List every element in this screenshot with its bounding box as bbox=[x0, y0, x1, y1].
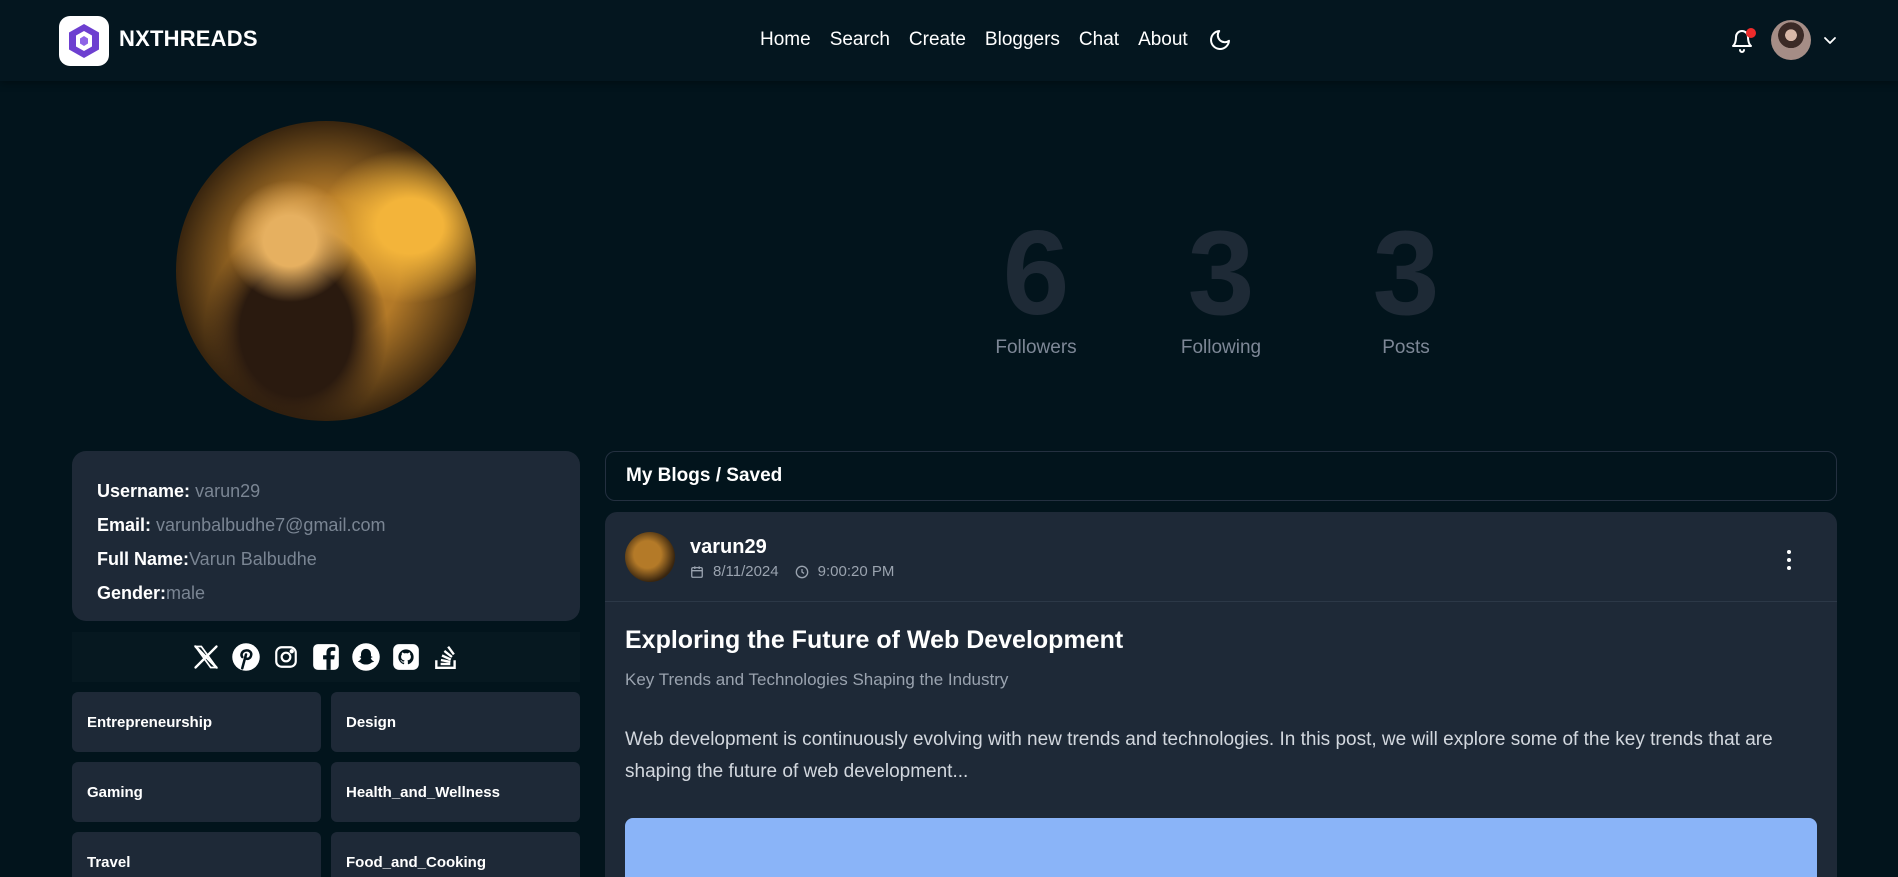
posts-count: 3 bbox=[1372, 206, 1440, 340]
post-excerpt: Web development is continuously evolving… bbox=[625, 729, 1773, 782]
nav-home[interactable]: Home bbox=[760, 29, 811, 51]
github-icon[interactable] bbox=[390, 641, 422, 673]
post-author-avatar[interactable] bbox=[625, 532, 675, 582]
stat-following[interactable]: 3 Following bbox=[1156, 213, 1286, 359]
chevron-down-icon[interactable] bbox=[1822, 32, 1838, 48]
clock-icon bbox=[795, 565, 808, 578]
category-food-and-cooking[interactable]: Food_and_Cooking bbox=[331, 832, 580, 877]
post-time: 9:00:20 PM bbox=[817, 563, 895, 580]
email-row: Email: varunbalbudhe7@gmail.com bbox=[97, 515, 555, 536]
email-key: Email: bbox=[97, 515, 152, 535]
social-links bbox=[72, 632, 580, 682]
post-meta: 8/11/2024 9:00:20 PM bbox=[690, 563, 894, 580]
nav-about[interactable]: About bbox=[1138, 29, 1188, 51]
category-health-and-wellness[interactable]: Health_and_Wellness bbox=[331, 762, 580, 822]
user-avatar[interactable] bbox=[1771, 20, 1811, 60]
category-travel[interactable]: Travel bbox=[72, 832, 321, 877]
fullname-row: Full Name:Varun Balbudhe bbox=[97, 549, 555, 570]
followers-label: Followers bbox=[995, 337, 1077, 358]
stackoverflow-icon[interactable] bbox=[430, 641, 462, 673]
post-subtitle: Key Trends and Technologies Shaping the … bbox=[625, 670, 1009, 689]
post-author-name[interactable]: varun29 bbox=[690, 536, 767, 559]
followers-count: 6 bbox=[1002, 206, 1070, 340]
pinterest-icon[interactable] bbox=[230, 641, 262, 673]
profile-info-card: Username: varun29 Email: varunbalbudhe7@… bbox=[72, 451, 580, 621]
tabs-label[interactable]: My Blogs / Saved bbox=[626, 465, 782, 487]
calendar-icon bbox=[691, 565, 703, 578]
stat-posts[interactable]: 3 Posts bbox=[1341, 213, 1471, 359]
fullname-value: Varun Balbudhe bbox=[189, 549, 317, 569]
main-nav: Home Search Create Bloggers Chat About bbox=[760, 28, 1232, 52]
instagram-icon[interactable] bbox=[270, 641, 302, 673]
nav-create[interactable]: Create bbox=[909, 29, 966, 51]
username-value: varun29 bbox=[195, 481, 261, 501]
fullname-key: Full Name: bbox=[97, 549, 190, 569]
nav-chat[interactable]: Chat bbox=[1079, 29, 1119, 51]
category-entrepreneurship[interactable]: Entrepreneurship bbox=[72, 692, 321, 752]
nxthreads-logo-icon[interactable] bbox=[59, 16, 109, 66]
following-count: 3 bbox=[1187, 206, 1255, 340]
email-value: varunbalbudhe7@gmail.com bbox=[156, 515, 386, 535]
category-gaming[interactable]: Gaming bbox=[72, 762, 321, 822]
following-label: Following bbox=[1180, 337, 1262, 358]
notification-badge bbox=[1746, 28, 1756, 38]
more-options-icon[interactable] bbox=[1785, 548, 1793, 572]
category-design[interactable]: Design bbox=[331, 692, 580, 752]
post-divider bbox=[605, 601, 1837, 602]
moon-icon[interactable] bbox=[1208, 28, 1232, 52]
navbar: NXTHREADS Home Search Create Bloggers Ch… bbox=[0, 0, 1898, 81]
post-date: 8/11/2024 bbox=[713, 563, 779, 580]
post-cover-image[interactable] bbox=[625, 818, 1817, 877]
username-key: Username: bbox=[97, 481, 191, 501]
nav-search[interactable]: Search bbox=[830, 29, 890, 51]
post-title[interactable]: Exploring the Future of Web Development bbox=[625, 626, 1123, 655]
posts-label: Posts bbox=[1382, 337, 1430, 358]
blogs-saved-tabs[interactable]: My Blogs / Saved bbox=[605, 451, 1837, 501]
username-row: Username: varun29 bbox=[97, 481, 555, 502]
brand-name[interactable]: NXTHREADS bbox=[119, 26, 258, 52]
gender-key: Gender: bbox=[97, 583, 167, 603]
stat-followers[interactable]: 6 Followers bbox=[971, 213, 1101, 359]
profile-photo bbox=[176, 121, 476, 421]
blog-post-card[interactable]: varun29 8/11/2024 9:00:20 PM Exploring t… bbox=[605, 512, 1837, 877]
facebook-icon[interactable] bbox=[310, 641, 342, 673]
snapchat-icon[interactable] bbox=[350, 641, 382, 673]
gender-row: Gender:male bbox=[97, 583, 555, 604]
nav-bloggers[interactable]: Bloggers bbox=[985, 29, 1060, 51]
gender-value: male bbox=[166, 583, 206, 603]
x-icon[interactable] bbox=[190, 641, 222, 673]
